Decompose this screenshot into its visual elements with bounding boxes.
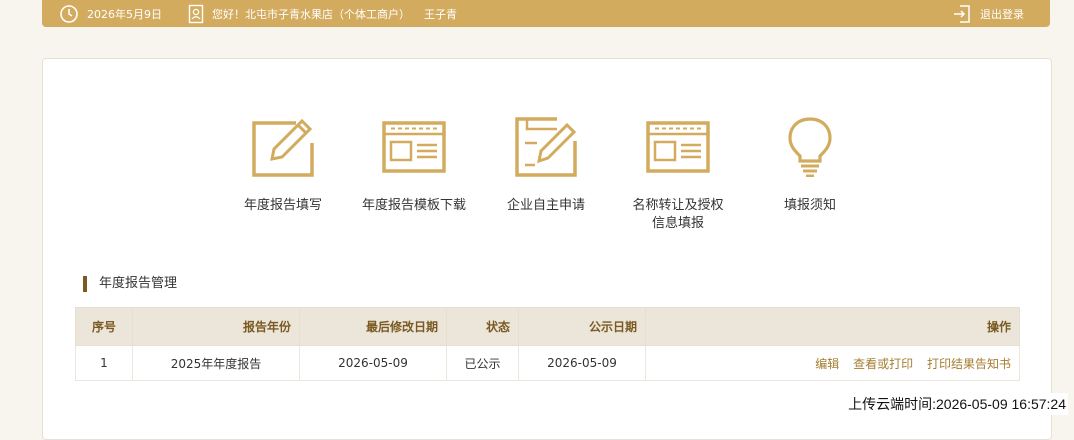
col-index: 序号: [75, 307, 133, 346]
menu-template-download[interactable]: 年度报告模板下载: [349, 115, 479, 215]
logout-button[interactable]: 退出登录: [952, 0, 1024, 27]
col-operations: 操作: [645, 307, 1020, 346]
col-status: 状态: [446, 307, 519, 346]
annual-report-table: 序号 报告年份 最后修改日期 状态 公示日期 操作 1 2025年年度报告 20…: [75, 307, 1020, 381]
menu-self-application[interactable]: 企业自主申请: [481, 115, 611, 215]
menu-name-transfer[interactable]: 名称转让及授权信息填报: [613, 115, 743, 233]
cell-status: 已公示: [446, 345, 519, 381]
cell-report-year: 2025年年度报告: [132, 345, 300, 381]
print-result-notice-link[interactable]: 打印结果告知书: [927, 357, 1011, 371]
lightbulb-icon: [788, 117, 832, 177]
cell-last-modified: 2026-05-09: [299, 345, 447, 381]
logout-label: 退出登录: [980, 7, 1024, 21]
menu-filing-notes[interactable]: 填报须知: [745, 115, 875, 215]
user-badge-icon: [188, 4, 204, 23]
top-bar: 2026年5月9日 您好！北屯市子青水果店（个体工商户） 王子青 退出登录: [42, 0, 1050, 27]
template-window-icon: [646, 121, 710, 173]
upload-time-stamp: 上传云端时间:2026-05-09 16:57:24: [846, 393, 1068, 415]
section-title: 年度报告管理: [83, 276, 177, 292]
user-name: 王子青: [424, 7, 457, 21]
clock-icon: [60, 4, 78, 23]
menu-annual-report-fill[interactable]: 年度报告填写: [218, 115, 348, 215]
apply-edit-icon: [515, 117, 577, 177]
cell-publish-date: 2026-05-09: [518, 345, 646, 381]
cell-index: 1: [75, 345, 133, 381]
table-row: 1 2025年年度报告 2026-05-09 已公示 2026-05-09 编辑…: [75, 345, 1020, 381]
table-header-row: 序号 报告年份 最后修改日期 状态 公示日期 操作: [75, 307, 1020, 346]
col-report-year: 报告年份: [132, 307, 300, 346]
menu-label: 企业自主申请: [506, 198, 585, 213]
edit-form-icon: [252, 118, 314, 177]
menu-label: 填报须知: [783, 198, 836, 213]
date-text: 2026年5月9日: [87, 7, 162, 21]
greeting-text: 您好！北屯市子青水果店（个体工商户）: [212, 7, 410, 21]
main-card: 年度报告填写 年度报告模板下载 企业自主申请 名称转让及授权信息填报 填报须知 …: [42, 58, 1052, 440]
col-publish-date: 公示日期: [518, 307, 646, 346]
menu-label: 年度报告填写: [243, 198, 322, 213]
menu-label: 名称转让及授权信息填报: [632, 198, 724, 231]
edit-link[interactable]: 编辑: [815, 357, 839, 371]
menu-label: 年度报告模板下载: [361, 198, 466, 213]
view-print-link[interactable]: 查看或打印: [853, 357, 913, 371]
template-window-icon: [382, 121, 446, 173]
greeting: 您好！北屯市子青水果店（个体工商户） 王子青: [188, 0, 457, 27]
col-last-modified: 最后修改日期: [299, 307, 447, 346]
logout-icon: [954, 4, 970, 23]
date-display: 2026年5月9日: [59, 0, 162, 27]
cell-operations: 编辑 查看或打印 打印结果告知书: [645, 345, 1020, 381]
